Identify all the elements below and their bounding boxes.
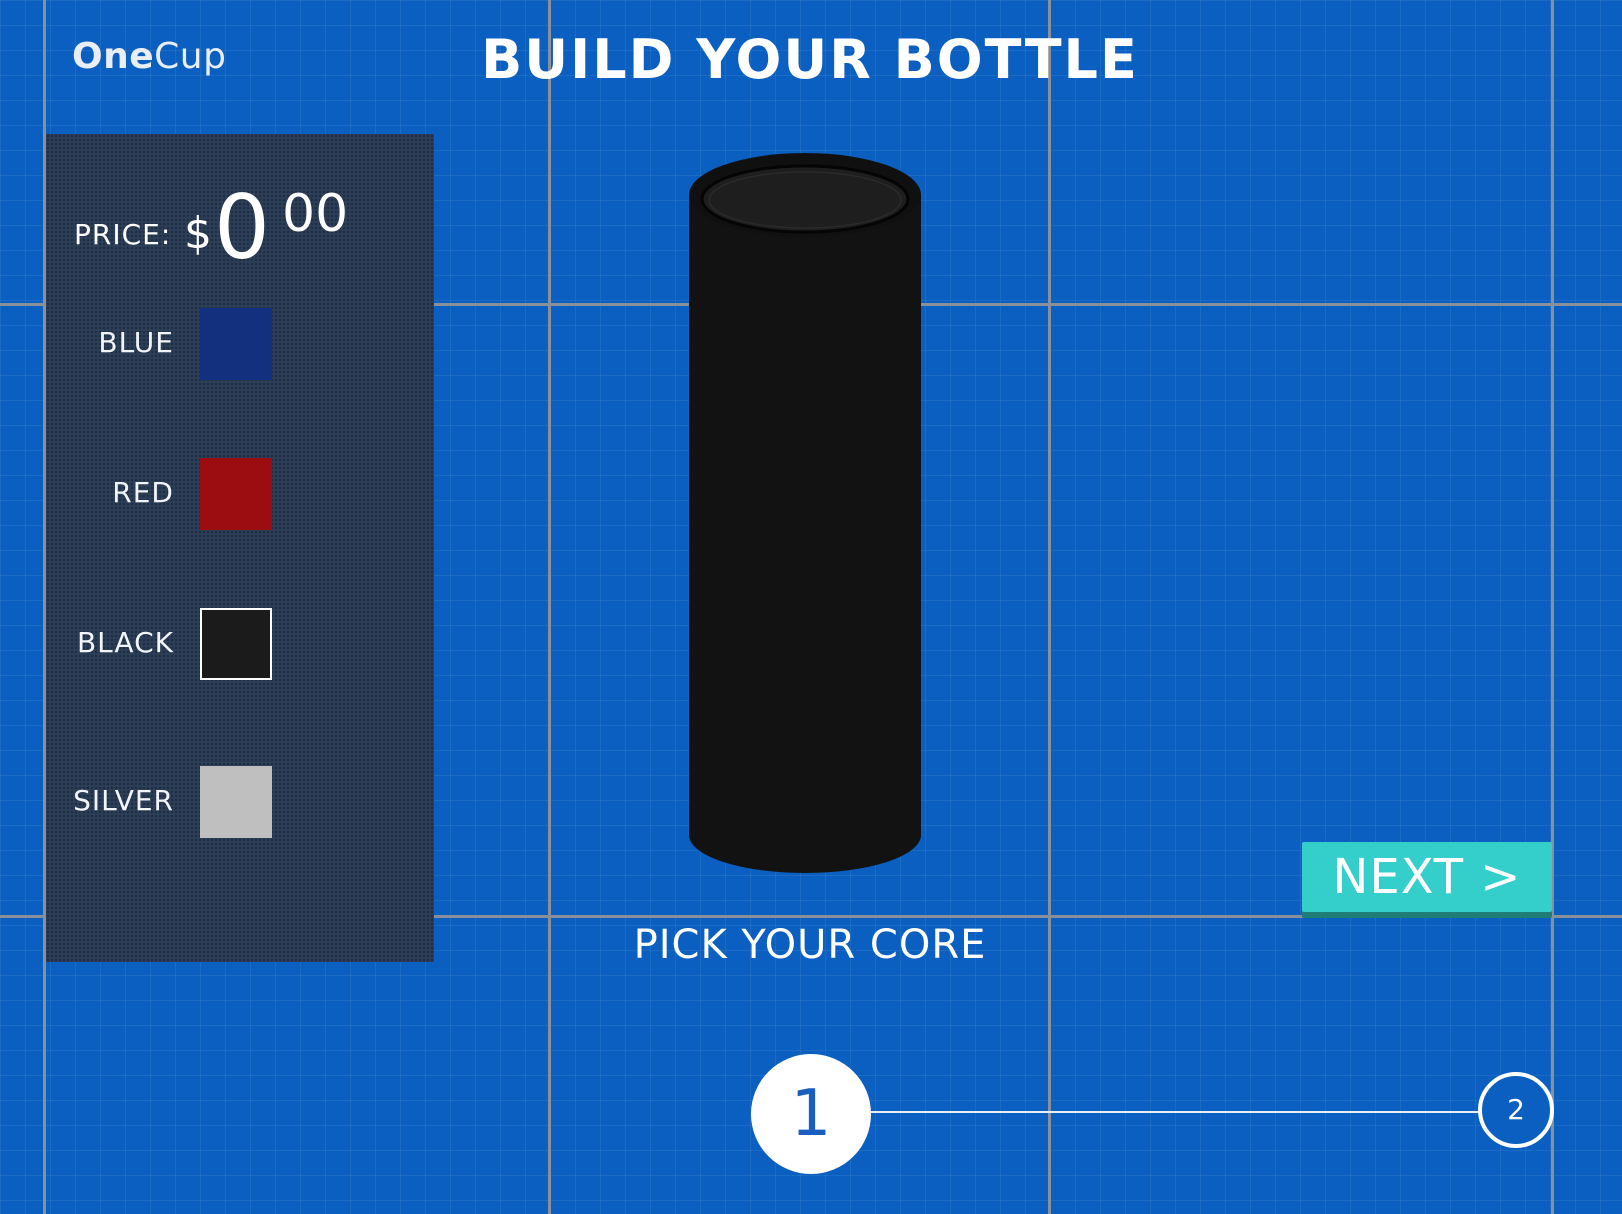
- color-label: BLACK: [76, 626, 174, 659]
- step-caption: PICK YOUR CORE: [633, 922, 987, 968]
- price-currency: $: [184, 208, 212, 259]
- color-label: RED: [112, 476, 174, 509]
- next-button[interactable]: NEXT >: [1302, 842, 1552, 912]
- price-label: PRICE:: [74, 218, 172, 251]
- color-label: BLUE: [98, 326, 174, 359]
- brand-logo: OneCup: [72, 36, 226, 77]
- step-indicator-current[interactable]: 1: [751, 1054, 871, 1174]
- brand-logo-light: Cup: [154, 36, 227, 77]
- grid-line: [1551, 0, 1554, 1214]
- bottle-core-image: [689, 153, 921, 873]
- page-title: BUILD YOUR BOTTLE: [481, 28, 1139, 91]
- bottle-preview: [680, 150, 930, 880]
- color-swatch-red[interactable]: [200, 458, 272, 530]
- color-option-black: BLACK: [46, 608, 434, 680]
- color-label: SILVER: [73, 784, 174, 817]
- options-panel: PRICE: $ 0 00 BLUE RED BLACK SILVER: [46, 134, 434, 962]
- step-indicator-next[interactable]: 2: [1478, 1072, 1554, 1148]
- grid-line: [548, 0, 551, 1214]
- color-swatch-blue[interactable]: [200, 308, 272, 380]
- color-option-silver: SILVER: [46, 766, 434, 838]
- color-option-red: RED: [46, 458, 434, 530]
- price-dollars: 0: [214, 176, 270, 279]
- progress-line: [870, 1111, 1480, 1113]
- color-swatch-black[interactable]: [200, 608, 272, 680]
- brand-logo-bold: One: [72, 36, 155, 77]
- grid-line: [1048, 0, 1051, 1214]
- price-cents: 00: [282, 184, 349, 244]
- color-option-blue: BLUE: [46, 308, 434, 380]
- color-swatch-silver[interactable]: [200, 766, 272, 838]
